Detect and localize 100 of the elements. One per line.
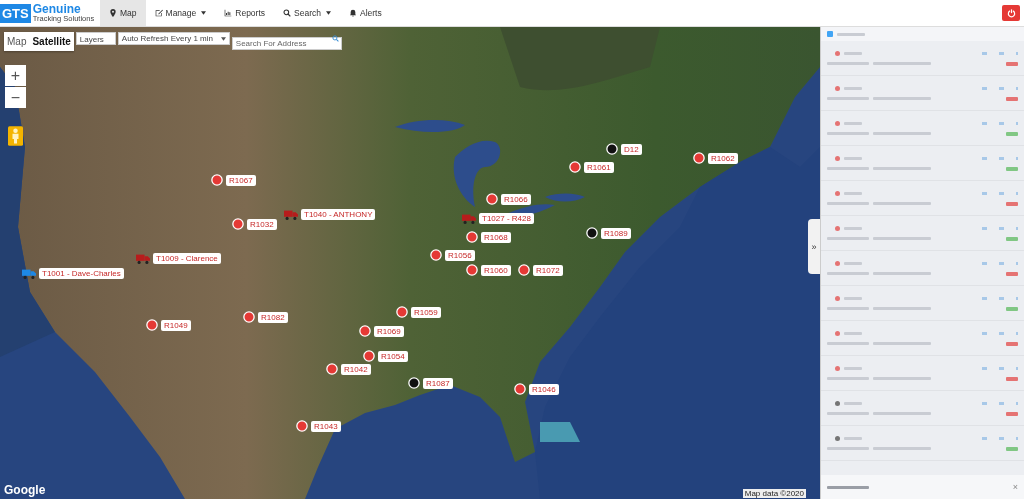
blurred-text-bar (844, 191, 862, 195)
location-marker-icon[interactable] (211, 174, 223, 186)
edit-icon (154, 9, 163, 17)
action-icon[interactable] (982, 331, 987, 335)
blurred-text-bar (827, 447, 869, 450)
blurred-text-bar (873, 447, 931, 450)
blurred-text-bar (827, 132, 869, 135)
map-pin-icon (109, 9, 117, 17)
layers-select[interactable]: Layers (75, 32, 116, 45)
action-icon[interactable] (999, 86, 1004, 90)
action-icon[interactable] (999, 226, 1004, 230)
address-search-field[interactable]: Search For Address (231, 37, 342, 50)
zoom-button[interactable]: − (5, 87, 26, 108)
truck-icon[interactable] (136, 253, 150, 264)
action-icon[interactable] (999, 51, 1004, 55)
marker-label: R1060 (481, 264, 511, 276)
marker-label: R1082 (258, 311, 288, 323)
blurred-text-bar (873, 377, 931, 380)
location-marker-icon[interactable] (430, 249, 442, 261)
chart-icon (224, 9, 233, 17)
location-marker-icon[interactable] (466, 231, 478, 243)
action-icon[interactable] (982, 51, 987, 55)
marker-label: R1056 (445, 249, 475, 261)
action-icon[interactable] (982, 121, 987, 125)
location-marker-icon[interactable] (569, 161, 581, 173)
truck-icon[interactable] (462, 213, 476, 224)
location-marker-icon[interactable] (606, 143, 618, 155)
collapse-panel-button[interactable]: » (808, 219, 820, 274)
action-icon[interactable] (982, 261, 987, 265)
power-button[interactable] (1002, 5, 1020, 21)
nav-tab[interactable]: Map (100, 0, 146, 26)
nav-tab[interactable]: Alerts (339, 0, 391, 26)
location-marker-icon[interactable] (363, 350, 375, 362)
pegman-icon[interactable] (8, 125, 23, 147)
location-marker-icon[interactable] (408, 377, 420, 389)
blurred-text-bar (844, 226, 862, 230)
action-icon[interactable] (999, 366, 1004, 370)
blurred-text-bar (873, 97, 931, 100)
nav-tab[interactable]: Manage (145, 0, 216, 26)
blurred-text-bar (873, 167, 931, 170)
blurred-text-bar (844, 401, 862, 405)
action-icon[interactable] (982, 191, 987, 195)
action-icon[interactable] (999, 156, 1004, 160)
nav-tab[interactable]: Reports (215, 0, 275, 26)
blurred-text-bar (873, 237, 931, 240)
action-icon[interactable] (982, 226, 987, 230)
refresh-select[interactable]: Auto Refresh Every 1 min (117, 32, 230, 45)
marker-label: R1043 (311, 420, 341, 432)
close-button[interactable]: × (1012, 482, 1018, 492)
zoom-button[interactable]: + (5, 65, 26, 86)
location-marker-icon[interactable] (466, 264, 478, 276)
action-icon[interactable] (982, 436, 987, 440)
action-icon[interactable] (999, 436, 1004, 440)
action-icon[interactable] (999, 121, 1004, 125)
marker-label: R1062 (708, 152, 738, 164)
marker-label: R1049 (161, 319, 191, 331)
action-icon[interactable] (982, 401, 987, 405)
marker-label: D12 (621, 143, 642, 155)
marker-label: R1054 (378, 350, 408, 362)
location-marker-icon[interactable] (243, 311, 255, 323)
location-marker-icon[interactable] (296, 420, 308, 432)
action-icon[interactable] (999, 331, 1004, 335)
location-marker-icon[interactable] (586, 227, 598, 239)
truck-icon[interactable] (284, 209, 298, 220)
action-icon[interactable] (982, 156, 987, 160)
blurred-text-bar (844, 86, 862, 90)
marker-label: T1009 - Clarence (153, 253, 221, 264)
marker-label: R1072 (533, 264, 563, 276)
blurred-text-bar (827, 307, 869, 310)
logo-mark: GTS (0, 3, 31, 23)
map-type-tab[interactable]: Map (4, 32, 30, 51)
action-icon[interactable] (999, 401, 1004, 405)
map-attribution: Map data ©2020 (742, 489, 806, 498)
blurred-text-bar (827, 485, 869, 489)
action-icon[interactable] (999, 261, 1004, 265)
truck-icon[interactable] (22, 268, 36, 279)
location-marker-icon[interactable] (326, 363, 338, 375)
location-marker-icon[interactable] (486, 193, 498, 205)
map-type-tab[interactable]: Satellite (29, 32, 74, 51)
location-marker-icon[interactable] (359, 325, 371, 337)
action-icon[interactable] (982, 296, 987, 300)
location-marker-icon[interactable] (514, 383, 526, 395)
location-marker-icon[interactable] (518, 264, 530, 276)
action-icon[interactable] (982, 366, 987, 370)
marker-label: R1068 (481, 231, 511, 243)
location-marker-icon[interactable] (693, 152, 705, 164)
action-icon[interactable] (982, 86, 987, 90)
marker-label: T1001 - Dave-Charles (39, 268, 124, 279)
nav-tab[interactable]: Search (274, 0, 340, 26)
blurred-text-bar (827, 272, 869, 275)
search-icon (283, 9, 292, 17)
action-icon[interactable] (999, 296, 1004, 300)
marker-label: T1027 - R428 (479, 213, 534, 224)
blurred-text-bar (827, 202, 869, 205)
location-marker-icon[interactable] (396, 306, 408, 318)
location-marker-icon[interactable] (232, 218, 244, 230)
blurred-text-bar (873, 272, 931, 275)
blurred-text-bar (827, 237, 869, 240)
action-icon[interactable] (999, 191, 1004, 195)
location-marker-icon[interactable] (146, 319, 158, 331)
